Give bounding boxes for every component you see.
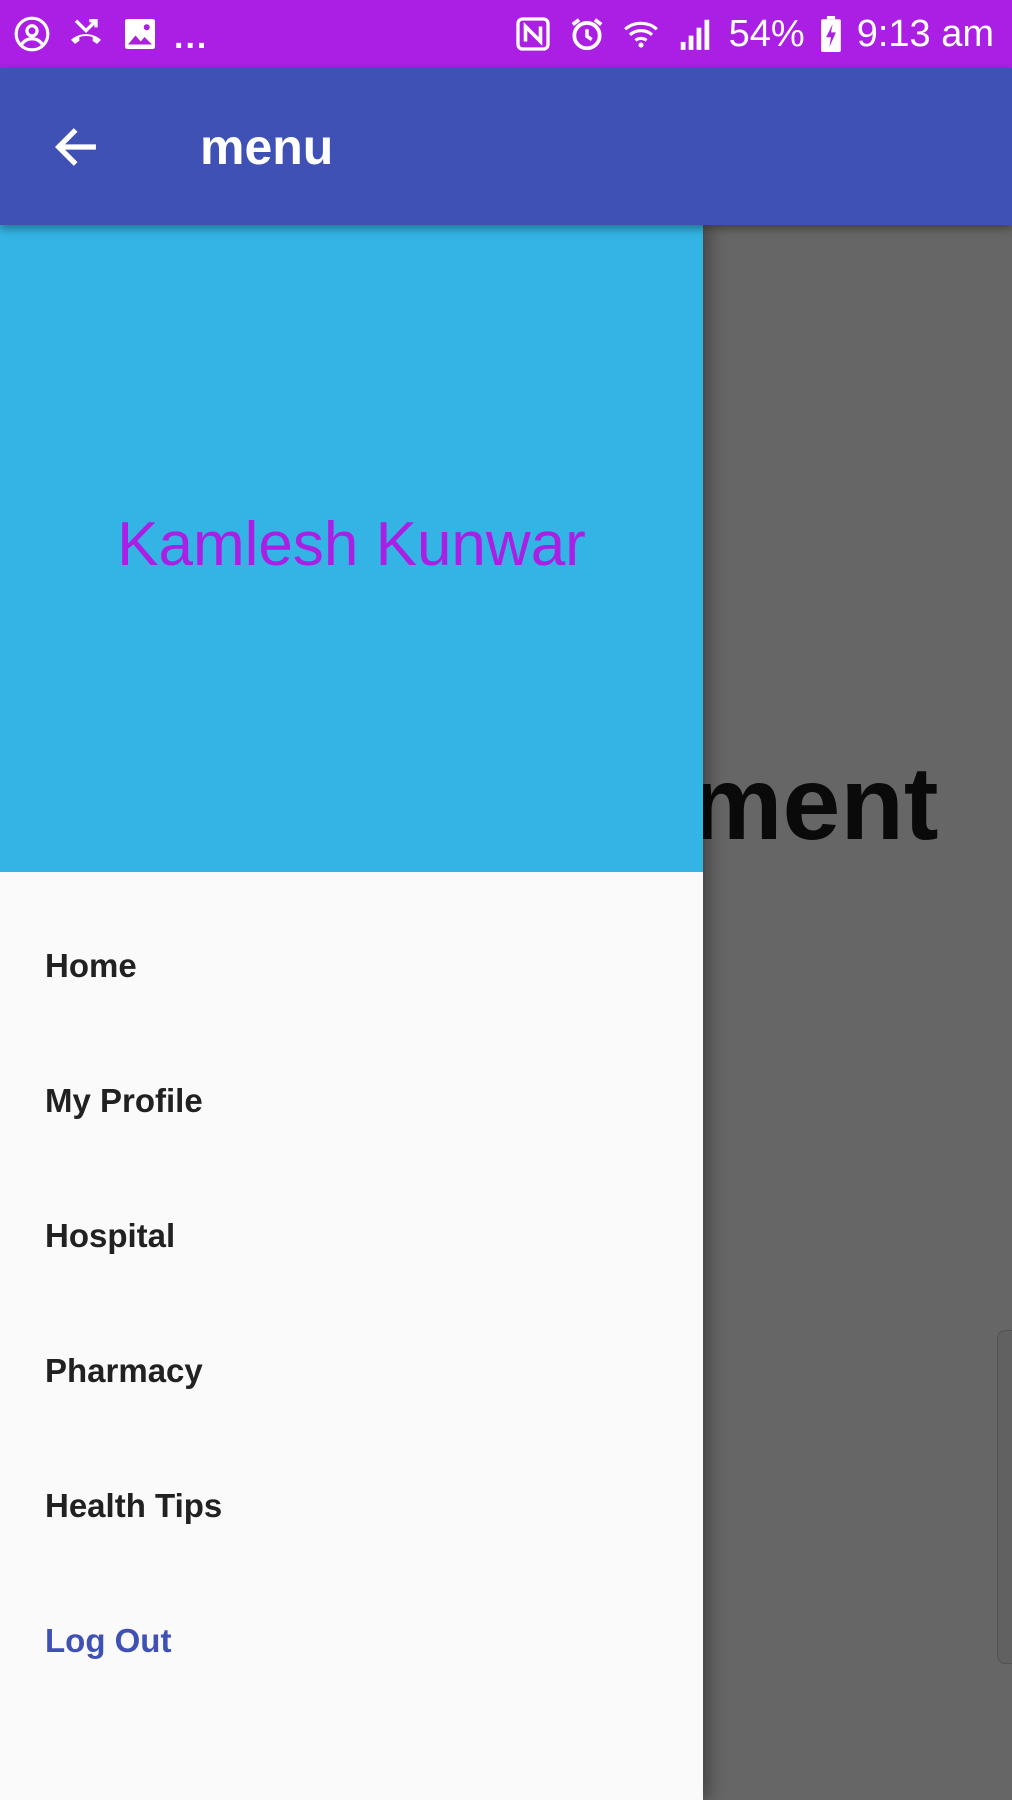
navigation-drawer: Kamlesh Kunwar Home My Profile Hospital …: [0, 225, 703, 1800]
menu-item-health-tips[interactable]: Health Tips: [0, 1438, 703, 1573]
alarm-icon: [567, 14, 607, 54]
back-button[interactable]: [44, 115, 108, 179]
status-right: 54% 9:13 am: [513, 13, 994, 56]
signal-icon: [675, 14, 715, 54]
battery-percent: 54%: [728, 12, 805, 55]
menu-item-hospital[interactable]: Hospital: [0, 1168, 703, 1303]
app-bar: menu: [0, 68, 1012, 225]
status-bar: ... 54% 9:13 am: [0, 0, 1012, 68]
app-title: menu: [200, 118, 334, 175]
nfc-icon: [513, 14, 553, 54]
arrow-back-icon: [50, 121, 102, 173]
menu-item-my-profile[interactable]: My Profile: [0, 1033, 703, 1168]
status-left: ...: [12, 12, 208, 57]
wifi-icon: [621, 14, 661, 54]
missed-call-icon: [66, 14, 106, 54]
clock: 9:13 am: [856, 12, 994, 55]
account-circle-icon: [12, 14, 52, 54]
image-icon: [120, 14, 160, 54]
user-name: Kamlesh Kunwar: [117, 510, 586, 579]
menu-item-pharmacy[interactable]: Pharmacy: [0, 1303, 703, 1438]
more-notifications: ...: [174, 17, 209, 56]
menu-item-home[interactable]: Home: [0, 898, 703, 1033]
screen: ... 54% 9:13 am menu Kamlesh Kunwar Home…: [0, 0, 1012, 1800]
menu-item-log-out[interactable]: Log Out: [0, 1573, 703, 1708]
drawer-menu: Home My Profile Hospital Pharmacy Health…: [0, 872, 703, 1708]
drawer-header: Kamlesh Kunwar: [0, 225, 703, 872]
battery-charging-icon: [819, 14, 843, 54]
